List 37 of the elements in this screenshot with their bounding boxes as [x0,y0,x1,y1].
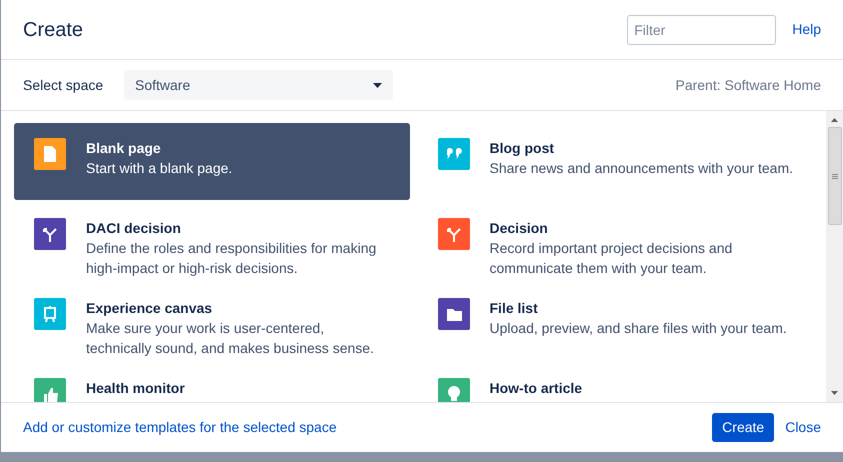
template-description: Upload, preview, and share files with your team. [490,319,787,338]
scroll-up-icon[interactable] [831,118,838,122]
scroll-down-icon[interactable] [831,391,838,395]
template-item[interactable]: Experience canvas Make sure your work is user-centered, technically sound, and makes business sense. [14,283,410,360]
caret-icon [373,82,382,88]
template-item[interactable]: How-to article [418,363,813,402]
template-title: Blog post [490,139,556,158]
help-link[interactable]: Help [792,19,821,40]
template-description: Record important project decisions and communicate them with your team. [490,239,734,278]
grip-icon [832,174,838,178]
template-item[interactable]: Health monitor [14,363,410,402]
select-space-label: Select space [23,76,104,95]
template-description: Start with a blank page. [86,159,232,178]
scroll-thumb[interactable] [828,127,842,225]
create-button[interactable]: Create [712,413,774,442]
template-title: Blank page [86,139,162,158]
template-title: File list [490,299,539,318]
scrollbar[interactable] [826,111,843,402]
template-description: Share news and announcements with your team. [490,159,793,178]
template-description: Define the roles and responsibilities for making high-impact or high-risk decisions. [86,239,378,278]
customize-templates-link[interactable]: Add or customize templates for the selected space [23,417,712,438]
space-dropdown[interactable]: Software [124,70,393,100]
template-title: Experience canvas [86,299,214,318]
template-item[interactable]: File list Upload, preview, and share files with your team. [418,283,813,360]
template-title: Health monitor [86,379,185,398]
parent-page-text: Parent: Software Home [675,76,821,94]
template-title: Decision [490,219,549,238]
template-item[interactable]: Blog post Share news and announcements with your team. [418,123,813,200]
template-item[interactable]: DACI decision Define the roles and responsibilities for making high-impact or high-risk decisions. [14,203,410,280]
template-title: DACI decision [86,219,182,238]
filter-field[interactable]: Filter [627,14,776,44]
close-link[interactable]: Close [785,417,821,438]
template-description: Make sure your work is user-centered, technically sound, and makes business sense. [86,319,375,358]
dialog-title: Create [23,18,84,42]
template-title: How-to article [490,379,582,398]
template-item[interactable]: Decision Record important project decisions and communicate them with your team. [418,203,813,280]
template-item[interactable]: Blank page Start with a blank page. [14,123,410,200]
